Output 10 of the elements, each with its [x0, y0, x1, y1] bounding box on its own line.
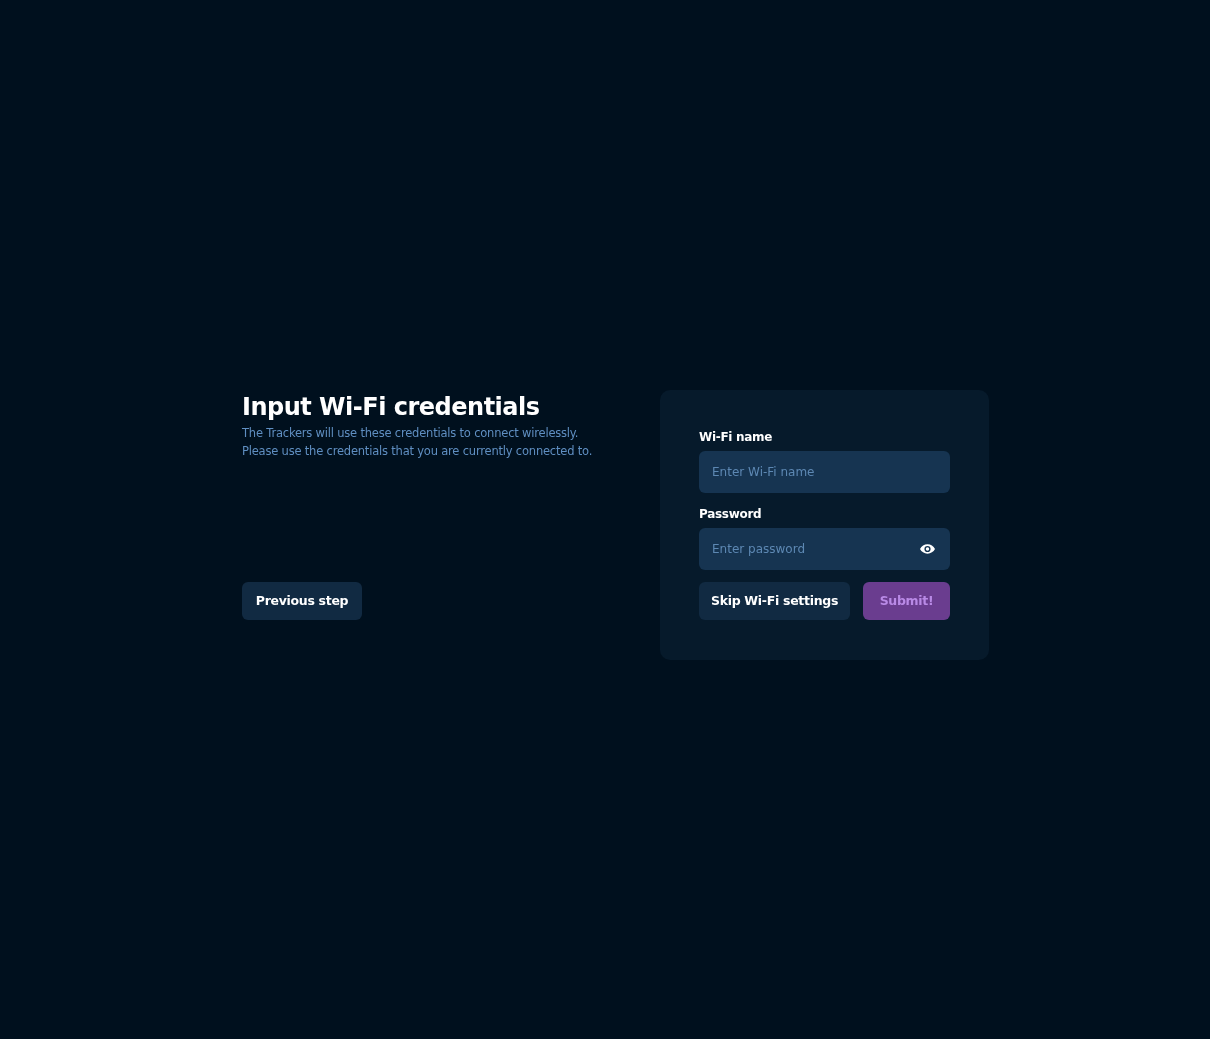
- eye-icon[interactable]: [920, 543, 935, 554]
- skip-button[interactable]: Skip Wi-Fi settings: [699, 581, 850, 620]
- previous-step-button[interactable]: Previous step: [242, 581, 362, 620]
- description-text: Please use the credentials that you are currently connected to.: [242, 442, 594, 460]
- field-label: Password: [699, 506, 763, 521]
- description-text: The Trackers will use these credentials to connect wirelessly.: [242, 424, 580, 442]
- password-field[interactable]: Enter password: [699, 527, 950, 570]
- page-title: Input Wi-Fi credentials: [242, 391, 541, 423]
- field-label: Wi-Fi name: [699, 429, 774, 444]
- input-field[interactable]: Enter Wi-Fi name: [699, 450, 950, 493]
